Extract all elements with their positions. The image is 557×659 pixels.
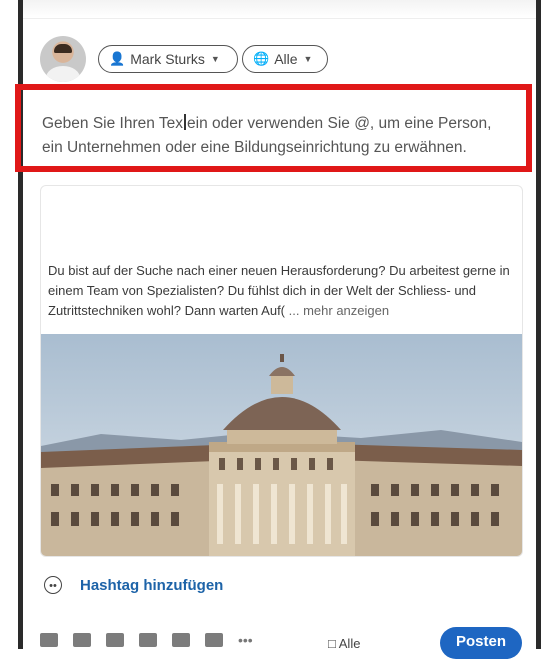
- show-more-link[interactable]: ... mehr anzeigen: [289, 303, 389, 318]
- add-hashtag-row[interactable]: •• Hashtag hinzufügen: [44, 576, 223, 594]
- composer-header-strip: [23, 0, 536, 19]
- document-icon[interactable]: [106, 633, 124, 647]
- image-icon[interactable]: [40, 633, 58, 647]
- video-icon[interactable]: [73, 633, 91, 647]
- visibility-selector[interactable]: 🌐 Alle ▼: [242, 45, 328, 73]
- more-icon[interactable]: •••: [238, 633, 256, 647]
- link-preview-card[interactable]: Du bist auf der Suche nach einer neuen H…: [40, 185, 523, 557]
- chevron-down-icon: ▼: [303, 54, 313, 64]
- highlight-box: [15, 84, 532, 172]
- window-frame-right: [536, 0, 541, 649]
- chart-icon[interactable]: [205, 633, 223, 647]
- avatar-hair: [54, 44, 72, 53]
- post-toolbar: •••: [40, 630, 271, 650]
- preview-text: Du bist auf der Suche nach einer neuen H…: [48, 261, 518, 321]
- author-name: Mark Sturks: [130, 51, 205, 67]
- user-icon: 👤: [109, 51, 126, 66]
- avatar: [40, 36, 86, 82]
- avatar-shirt: [46, 66, 80, 82]
- smiley-icon[interactable]: ••: [44, 576, 62, 594]
- author-selector[interactable]: 👤 Mark Sturks ▼: [98, 45, 238, 73]
- badge-icon[interactable]: [172, 633, 190, 647]
- post-button[interactable]: Posten: [440, 627, 522, 659]
- preview-body: Du bist auf der Suche nach einer neuen H…: [48, 263, 510, 318]
- briefcase-icon[interactable]: [139, 633, 157, 647]
- visibility-label: Alle: [274, 51, 298, 67]
- domed-building-photo: [41, 334, 522, 556]
- add-hashtag-button[interactable]: Hashtag hinzufügen: [80, 577, 223, 594]
- chevron-down-icon: ▼: [210, 54, 220, 64]
- globe-icon: 🌐: [253, 51, 270, 66]
